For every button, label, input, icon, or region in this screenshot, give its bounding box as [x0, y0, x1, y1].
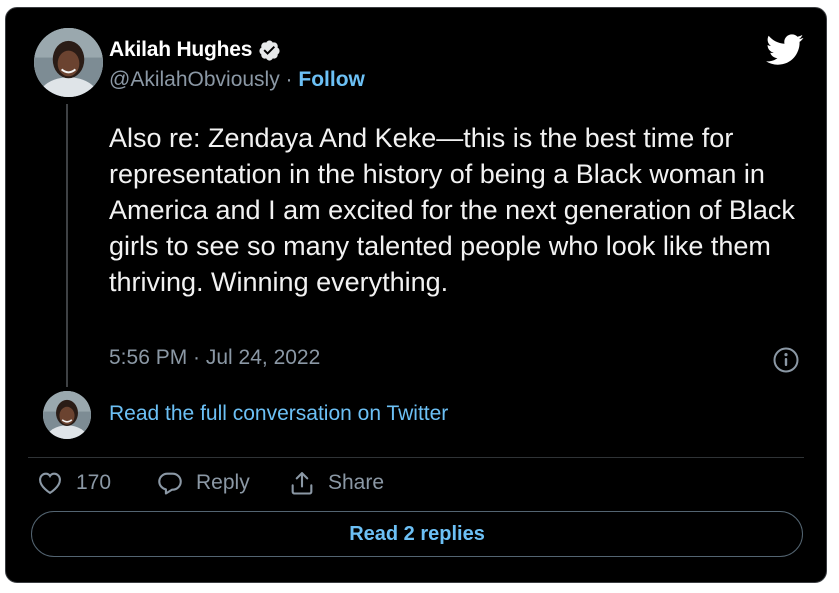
read-replies-button[interactable]: Read 2 replies	[31, 511, 803, 557]
author-handle-row: @AkilahObviously · Follow	[109, 68, 365, 92]
like-button[interactable]: 170	[36, 469, 111, 497]
heart-icon	[36, 469, 64, 497]
tweet-text: Also re: Zendaya And Keke—this is the be…	[109, 123, 795, 297]
reply-bubble-icon	[156, 469, 184, 497]
author-avatar[interactable]	[34, 28, 103, 97]
tweet-timestamp[interactable]: 5:56 PM · Jul 24, 2022	[109, 346, 320, 370]
reply-button[interactable]: Reply	[156, 469, 250, 497]
follow-button[interactable]: Follow	[298, 68, 365, 91]
tweet-embed-card: Akilah Hughes @AkilahObviously · Follow …	[5, 7, 827, 583]
author-name-row: Akilah Hughes	[109, 38, 281, 62]
reply-label: Reply	[196, 471, 250, 494]
thread-line	[66, 104, 68, 387]
author-display-name[interactable]: Akilah Hughes	[109, 38, 252, 62]
like-count: 170	[76, 471, 112, 494]
info-icon[interactable]	[773, 347, 799, 373]
author-avatar-small[interactable]	[43, 391, 91, 439]
read-full-conversation-link[interactable]: Read the full conversation on Twitter	[109, 402, 448, 426]
author-handle[interactable]: @AkilahObviously	[109, 68, 280, 91]
divider	[28, 457, 804, 458]
handle-separator: ·	[279, 68, 299, 91]
share-button[interactable]: Share	[288, 469, 384, 497]
verified-badge-icon	[258, 39, 281, 62]
share-label: Share	[328, 471, 385, 494]
share-icon	[288, 469, 316, 497]
twitter-bird-icon[interactable]	[766, 34, 804, 66]
